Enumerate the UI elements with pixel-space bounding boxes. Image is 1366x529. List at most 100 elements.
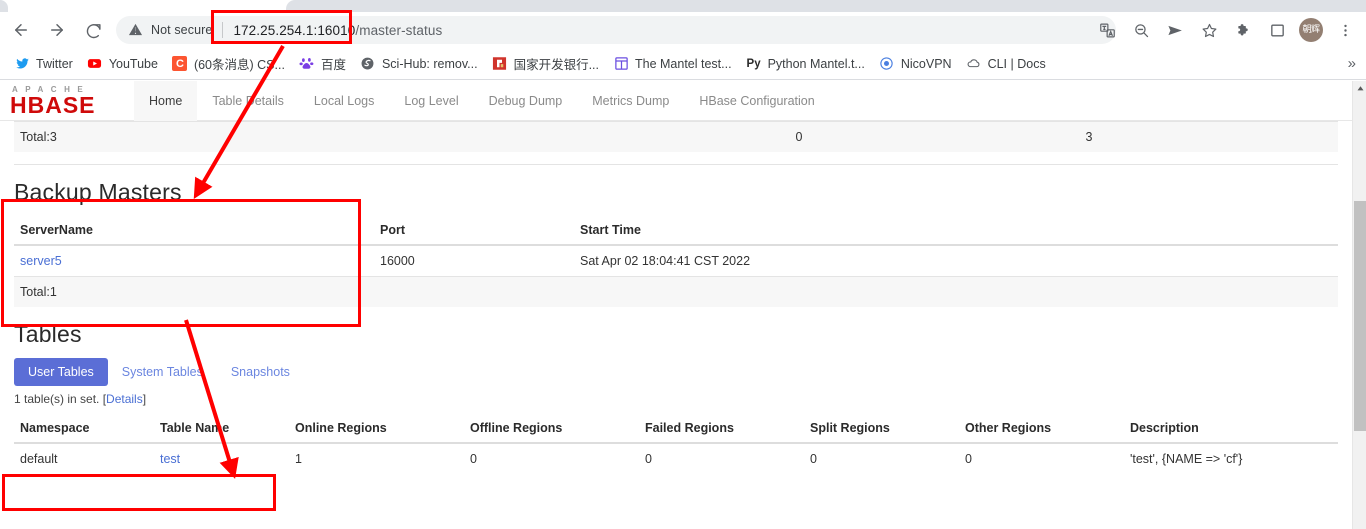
toolbar-icon-group: 朝辉	[1090, 12, 1362, 48]
cell-namespace: default	[14, 442, 154, 474]
nicovpn-icon	[879, 56, 895, 72]
table-row: Total:3 0 3	[14, 121, 1338, 152]
nav-link-hbase-configuration[interactable]: HBase Configuration	[684, 81, 829, 121]
bookmarks-overflow-button[interactable]: »	[1348, 55, 1356, 72]
bookmark-label: 百度	[320, 58, 346, 72]
cell-start-time: Sat Apr 02 18:04:41 CST 2022	[574, 244, 1338, 277]
avatar[interactable]: 朝辉	[1299, 18, 1323, 42]
backup-masters-total-spacer-1	[374, 276, 574, 307]
nav-link-log-level[interactable]: Log Level	[389, 81, 473, 121]
nav-link-table-details[interactable]: Table Details	[197, 81, 299, 121]
backup-masters-table: ServerName Port Start Time server5 16000…	[14, 216, 1338, 307]
tables-title: Tables	[14, 321, 82, 347]
scrollbar-thumb[interactable]	[1354, 201, 1366, 431]
browser-tab-strip[interactable]	[0, 0, 1366, 12]
cell-offline-regions: 0	[464, 442, 639, 474]
side-panel-icon[interactable]	[1263, 16, 1291, 44]
nav-link-local-logs[interactable]: Local Logs	[299, 81, 389, 121]
bookmark-label: Sci-Hub: remov...	[381, 56, 478, 71]
header-start-time: Start Time	[574, 216, 1338, 246]
backup-masters-total-spacer-2	[574, 276, 1338, 307]
bookmark-scihub[interactable]: Sci-Hub: remov...	[356, 52, 486, 76]
cell-description: 'test', {NAME => 'cf'}	[1124, 442, 1338, 474]
python-icon: Py	[746, 56, 762, 72]
header-servername: ServerName	[14, 216, 374, 246]
cell-table-name: test	[154, 442, 289, 474]
set-info-details-link[interactable]: Details	[106, 392, 143, 406]
tab-strip-background	[286, 0, 1366, 12]
not-secure-warning-icon	[128, 22, 144, 38]
reload-button[interactable]	[78, 15, 108, 45]
bookmark-twitter[interactable]: Twitter	[10, 52, 81, 76]
url-host: 172.25.254.1:16010	[233, 22, 356, 38]
tab-user-tables[interactable]: User Tables	[14, 358, 108, 386]
region-servers-total-label: Total:3	[14, 121, 654, 152]
cloud-icon	[966, 56, 982, 72]
address-bar[interactable]: Not secure 172.25.254.1:16010/master-sta…	[116, 16, 1116, 44]
bookmark-csdn[interactable]: C (60条消息) CS...	[168, 52, 293, 76]
cell-online-regions: 1	[289, 442, 464, 474]
bookmark-label: NicoVPN	[900, 56, 952, 71]
not-secure-label: Not secure	[151, 23, 213, 37]
send-icon[interactable]	[1161, 16, 1189, 44]
bookmark-python-mantel[interactable]: Py Python Mantel.t...	[742, 52, 873, 76]
url-path: /master-status	[355, 22, 443, 38]
tab-strip-left-nub	[0, 0, 8, 12]
youtube-icon	[87, 56, 103, 72]
set-info-suffix: ]	[142, 392, 147, 406]
cell-port: 16000	[374, 244, 574, 277]
bookmark-youtube[interactable]: YouTube	[83, 52, 166, 76]
table-name-link[interactable]: test	[160, 452, 180, 466]
forward-button[interactable]	[42, 15, 72, 45]
nav-link-home[interactable]: Home	[134, 81, 198, 121]
bookmark-baidu[interactable]: 百度	[295, 52, 354, 76]
backup-master-server-link[interactable]: server5	[20, 254, 62, 268]
bookmark-star-icon[interactable]	[1195, 16, 1223, 44]
user-tables-table: Namespace Table Name Online Regions Offl…	[14, 414, 1338, 474]
hbase-logo-hbase-text: HBASE	[10, 92, 96, 118]
header-offline-regions: Offline Regions	[464, 414, 639, 444]
url-text: 172.25.254.1:16010/master-status	[233, 23, 442, 38]
nav-link-debug-dump[interactable]: Debug Dump	[474, 81, 578, 121]
bookmark-the-mantel-test[interactable]: The Mantel test...	[609, 52, 740, 76]
more-vertical-icon[interactable]	[1331, 16, 1359, 44]
header-other-regions: Other Regions	[959, 414, 1124, 444]
tables-set-info: 1 table(s) in set. [Details]	[14, 392, 1338, 406]
tab-system-tables[interactable]: System Tables	[108, 358, 217, 386]
twitter-icon	[14, 56, 30, 72]
hbase-navbar: APACHE HBASE Home Table Details Local Lo…	[0, 81, 1352, 121]
bookmark-label: CLI | Docs	[987, 56, 1046, 71]
page-scrollbar[interactable]	[1352, 81, 1366, 529]
table-row: default test 1 0 0 0 0 'test', {NAME => …	[14, 442, 1338, 474]
bookmark-cli-docs[interactable]: CLI | Docs	[962, 52, 1054, 76]
bookmark-label: Twitter	[36, 56, 73, 71]
header-failed-regions: Failed Regions	[639, 414, 804, 444]
cdb-bank-icon	[492, 56, 508, 72]
bookmark-nicovpn[interactable]: NicoVPN	[875, 52, 960, 76]
bookmark-cdb-bank[interactable]: 国家开发银行...	[488, 52, 607, 76]
nav-link-metrics-dump[interactable]: Metrics Dump	[577, 81, 684, 121]
table-header-row: Namespace Table Name Online Regions Offl…	[14, 414, 1338, 444]
translate-icon[interactable]	[1093, 16, 1121, 44]
tab-snapshots[interactable]: Snapshots	[217, 358, 304, 386]
header-table-name: Table Name	[154, 414, 289, 444]
hbase-master-status-page: APACHE HBASE Home Table Details Local Lo…	[0, 81, 1352, 529]
header-online-regions: Online Regions	[289, 414, 464, 444]
hbase-nav-links: Home Table Details Local Logs Log Level …	[134, 81, 830, 121]
extensions-puzzle-icon[interactable]	[1229, 16, 1257, 44]
hbase-logo[interactable]: APACHE HBASE	[10, 82, 120, 120]
back-button[interactable]	[6, 15, 36, 45]
section-divider	[14, 164, 1338, 165]
backup-masters-total: Total:1	[14, 276, 374, 307]
table-row: server5 16000 Sat Apr 02 18:04:41 CST 20…	[14, 244, 1338, 277]
cell-split-regions: 0	[804, 442, 959, 474]
header-port: Port	[374, 216, 574, 246]
zoom-out-icon[interactable]	[1127, 16, 1155, 44]
tables-tab-group: User Tables System Tables Snapshots	[14, 358, 1338, 386]
region-servers-total-col-b: 0	[654, 121, 944, 152]
header-namespace: Namespace	[14, 414, 154, 444]
cell-failed-regions: 0	[639, 442, 804, 474]
page-content: Total:3 0 3 Backup Masters ServerName Po…	[0, 121, 1352, 474]
bookmark-label: Python Mantel.t...	[767, 56, 865, 71]
scrollbar-up-arrow-icon[interactable]	[1353, 81, 1366, 95]
